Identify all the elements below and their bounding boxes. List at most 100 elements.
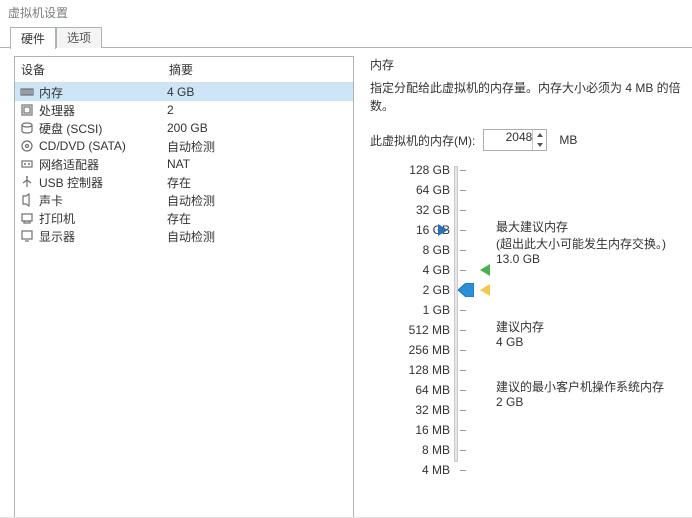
cd-icon [19, 139, 35, 153]
scale-tick [460, 470, 466, 471]
legend-rec-value: 4 GB [496, 335, 523, 349]
col-device: 设备 [15, 57, 163, 82]
window-title: 虚拟机设置 [0, 0, 692, 26]
legend-min: 建议的最小客户机操作系统内存 2 GB [496, 378, 664, 409]
hw-summary: 4 GB [167, 85, 349, 99]
hw-name: 网络适配器 [39, 156, 167, 173]
scale-tick [460, 190, 466, 191]
disk-icon [19, 121, 35, 135]
scale-label: 2 GB [392, 280, 450, 300]
scale-label: 16 MB [392, 420, 450, 440]
tab-hardware[interactable]: 硬件 [10, 27, 56, 49]
col-summary: 摘要 [163, 57, 353, 82]
hw-summary: 自动检测 [167, 138, 349, 155]
hw-summary: 存在 [167, 174, 349, 191]
memory-panel: 内存 指定分配给此虚拟机的内存量。内存大小必须为 4 MB 的倍数。 此虚拟机的… [370, 56, 684, 517]
legend-max-note: (超出此大小可能发生内存交换。) [496, 237, 666, 251]
hw-name: 内存 [39, 84, 167, 101]
hw-name: 声卡 [39, 192, 167, 209]
hw-header: 设备 摘要 [15, 57, 353, 83]
section-title: 内存 [370, 56, 684, 73]
memory-field-label: 此虚拟机的内存(M): [370, 132, 475, 149]
scale-label: 32 MB [392, 400, 450, 420]
scale-label: 256 MB [392, 340, 450, 360]
memory-input[interactable]: 2048 [483, 129, 547, 151]
hw-row[interactable]: 内存4 GB [15, 83, 353, 101]
hw-summary: 2 [167, 103, 349, 117]
hw-name: 显示器 [39, 228, 167, 245]
scale-label: 4 MB [392, 460, 450, 480]
hw-name: 打印机 [39, 210, 167, 227]
usb-icon [19, 175, 35, 189]
marker-recommended-icon [478, 264, 490, 276]
hw-name: 处理器 [39, 102, 167, 119]
scale-label: 64 MB [392, 380, 450, 400]
hw-row[interactable]: 处理器2 [15, 101, 353, 119]
scale-label: 32 GB [392, 200, 450, 220]
memory-scale: 128 GB64 GB32 GB16 GB8 GB4 GB2 GB1 GB512… [370, 160, 684, 517]
printer-icon [19, 211, 35, 225]
scale-tick [460, 310, 466, 311]
hw-summary: 自动检测 [167, 192, 349, 209]
scale-tick [460, 450, 466, 451]
scale-label: 128 MB [392, 360, 450, 380]
hw-row[interactable]: 打印机存在 [15, 209, 353, 227]
scale-tick [460, 430, 466, 431]
dialog-body: 设备 摘要 内存4 GB处理器2硬盘 (SCSI)200 GBCD/DVD (S… [0, 48, 692, 517]
scale-tick [460, 230, 466, 231]
memory-slider-track[interactable] [454, 166, 458, 462]
hw-row[interactable]: 显示器自动检测 [15, 227, 353, 245]
hw-summary: NAT [167, 157, 349, 171]
scale-label: 4 GB [392, 260, 450, 280]
legend-max-title: 最大建议内存 [496, 220, 568, 234]
hw-row[interactable]: CD/DVD (SATA)自动检测 [15, 137, 353, 155]
hardware-list: 设备 摘要 内存4 GB处理器2硬盘 (SCSI)200 GBCD/DVD (S… [14, 56, 354, 517]
memory-icon [19, 85, 35, 99]
hw-summary: 存在 [167, 210, 349, 227]
marker-max-icon [438, 224, 450, 236]
scale-label: 8 MB [392, 440, 450, 460]
scale-tick [460, 370, 466, 371]
tabbar: 硬件选项 [0, 26, 692, 48]
hw-name: CD/DVD (SATA) [39, 139, 167, 153]
scale-label: 64 GB [392, 180, 450, 200]
memory-spinner [532, 130, 546, 150]
hw-rows: 内存4 GB处理器2硬盘 (SCSI)200 GBCD/DVD (SATA)自动… [15, 83, 353, 245]
hw-summary: 自动检测 [167, 228, 349, 245]
memory-value: 2048 [506, 130, 533, 144]
marker-current-icon[interactable] [458, 283, 474, 297]
scale-tick [460, 270, 466, 271]
legend-recommended: 建议内存 4 GB [496, 318, 544, 349]
scale-tick [460, 330, 466, 331]
hw-row[interactable]: 硬盘 (SCSI)200 GB [15, 119, 353, 137]
marker-min-icon [478, 284, 490, 296]
hw-name: USB 控制器 [39, 174, 167, 191]
scale-label: 128 GB [392, 160, 450, 180]
scale-tick [460, 390, 466, 391]
legend-max: 最大建议内存 (超出此大小可能发生内存交换。) 13.0 GB [496, 218, 666, 266]
hw-name: 硬盘 (SCSI) [39, 120, 167, 137]
spin-down[interactable] [533, 140, 546, 150]
scale-labels: 128 GB64 GB32 GB16 GB8 GB4 GB2 GB1 GB512… [392, 160, 450, 480]
legend-min-title: 建议的最小客户机操作系统内存 [496, 380, 664, 394]
hw-row[interactable]: 声卡自动检测 [15, 191, 353, 209]
scale-tick [460, 170, 466, 171]
legend-rec-title: 建议内存 [496, 320, 544, 334]
cpu-icon [19, 103, 35, 117]
legend-max-value: 13.0 GB [496, 252, 540, 266]
hw-row[interactable]: USB 控制器存在 [15, 173, 353, 191]
scale-tick [460, 350, 466, 351]
spin-up[interactable] [533, 130, 546, 140]
scale-tick [460, 250, 466, 251]
vm-settings-window: 虚拟机设置 硬件选项 设备 摘要 内存4 GB处理器2硬盘 (SCSI)200 … [0, 0, 692, 518]
sound-icon [19, 193, 35, 207]
net-icon [19, 157, 35, 171]
hw-row[interactable]: 网络适配器NAT [15, 155, 353, 173]
hw-summary: 200 GB [167, 121, 349, 135]
scale-tick [460, 210, 466, 211]
display-icon [19, 229, 35, 243]
legend-min-value: 2 GB [496, 395, 523, 409]
tab-options[interactable]: 选项 [56, 27, 102, 48]
scale-tick [460, 410, 466, 411]
memory-desc: 指定分配给此虚拟机的内存量。内存大小必须为 4 MB 的倍数。 [370, 79, 684, 115]
